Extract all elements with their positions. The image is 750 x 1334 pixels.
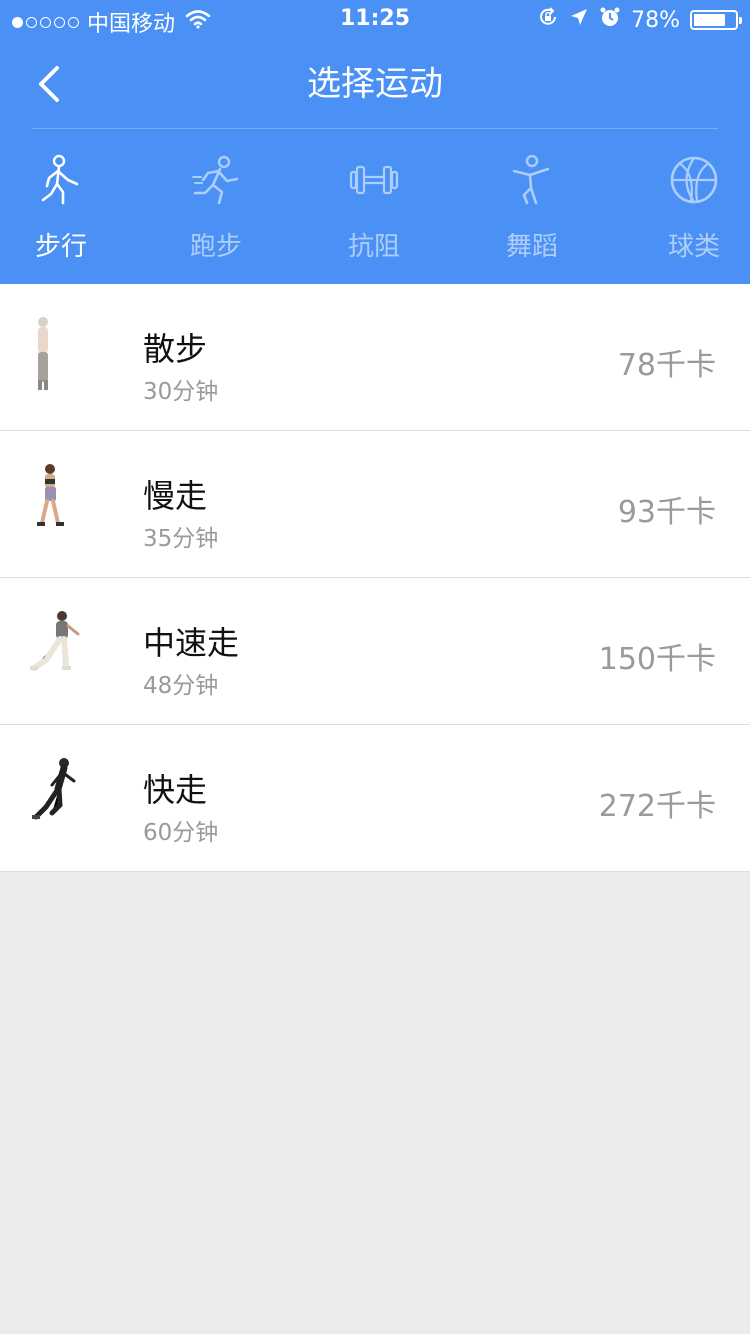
activity-calories: 78千卡 [617,348,716,383]
activity-thumbnail [22,755,92,845]
location-arrow-icon [569,7,589,33]
tab-label: 舞蹈 [505,232,558,262]
tab-ball[interactable]: 球类 [634,140,750,284]
dumbbell-icon [349,165,399,195]
tab-walking[interactable]: 步行 [1,140,121,284]
activity-thumbnail [22,461,92,551]
basketball-icon [670,156,718,204]
tab-label: 抗阻 [347,232,400,262]
fast-walk-figure-icon [32,758,76,820]
tab-label: 步行 [34,232,87,262]
status-bar: 中国移动 11:25 78% [0,0,750,40]
page-title: 选择运动 [307,64,443,104]
activity-name: 慢走 [143,477,208,515]
list-item[interactable]: 散步 30分钟 78千卡 [0,284,750,431]
activity-calories: 93千卡 [617,495,716,530]
activity-thumbnail [22,314,92,404]
status-right: 78% [537,6,742,34]
tab-dance[interactable]: 舞蹈 [472,140,592,284]
rotation-lock-icon [537,6,559,34]
activity-thumbnail [22,608,92,698]
activity-name: 中速走 [143,624,240,662]
activity-duration: 35分钟 [143,526,219,552]
stroll-figure-icon [38,317,48,390]
activity-list: 散步 30分钟 78千卡 慢走 35分钟 93千卡 中速走 48分钟 150千卡… [0,284,750,872]
activity-duration: 60分钟 [143,820,219,846]
list-item[interactable]: 中速走 48分钟 150千卡 [0,578,750,725]
activity-calories: 150千卡 [598,642,716,677]
slow-walk-figure-icon [37,464,64,526]
activity-calories: 272千卡 [598,789,716,824]
chevron-left-icon [39,66,59,102]
list-item[interactable]: 快走 60分钟 272千卡 [0,725,750,872]
activity-name: 快走 [143,771,208,809]
running-icon [192,155,239,205]
nav-divider [32,128,718,129]
back-button[interactable] [20,54,80,114]
category-tabs: 步行 跑步 抗阻 舞蹈 球类 [0,140,750,284]
alarm-icon [599,6,621,34]
walking-icon [41,154,79,205]
tab-running[interactable]: 跑步 [156,140,276,284]
list-item[interactable]: 慢走 35分钟 93千卡 [0,431,750,578]
activity-name: 散步 [143,330,208,368]
tab-label: 球类 [667,232,720,262]
medium-walk-figure-icon [30,611,80,671]
battery-percent: 78% [631,7,680,33]
battery-icon [690,10,742,30]
tab-resistance[interactable]: 抗阻 [314,140,434,284]
activity-duration: 30分钟 [143,379,219,405]
activity-duration: 48分钟 [143,673,219,699]
nav-bar: 选择运动 [0,40,750,128]
header: 中国移动 11:25 78% 选择运动 步行 跑步 抗阻 舞蹈 球类 [0,0,750,284]
dance-icon [512,155,550,205]
tab-label: 跑步 [189,232,242,262]
